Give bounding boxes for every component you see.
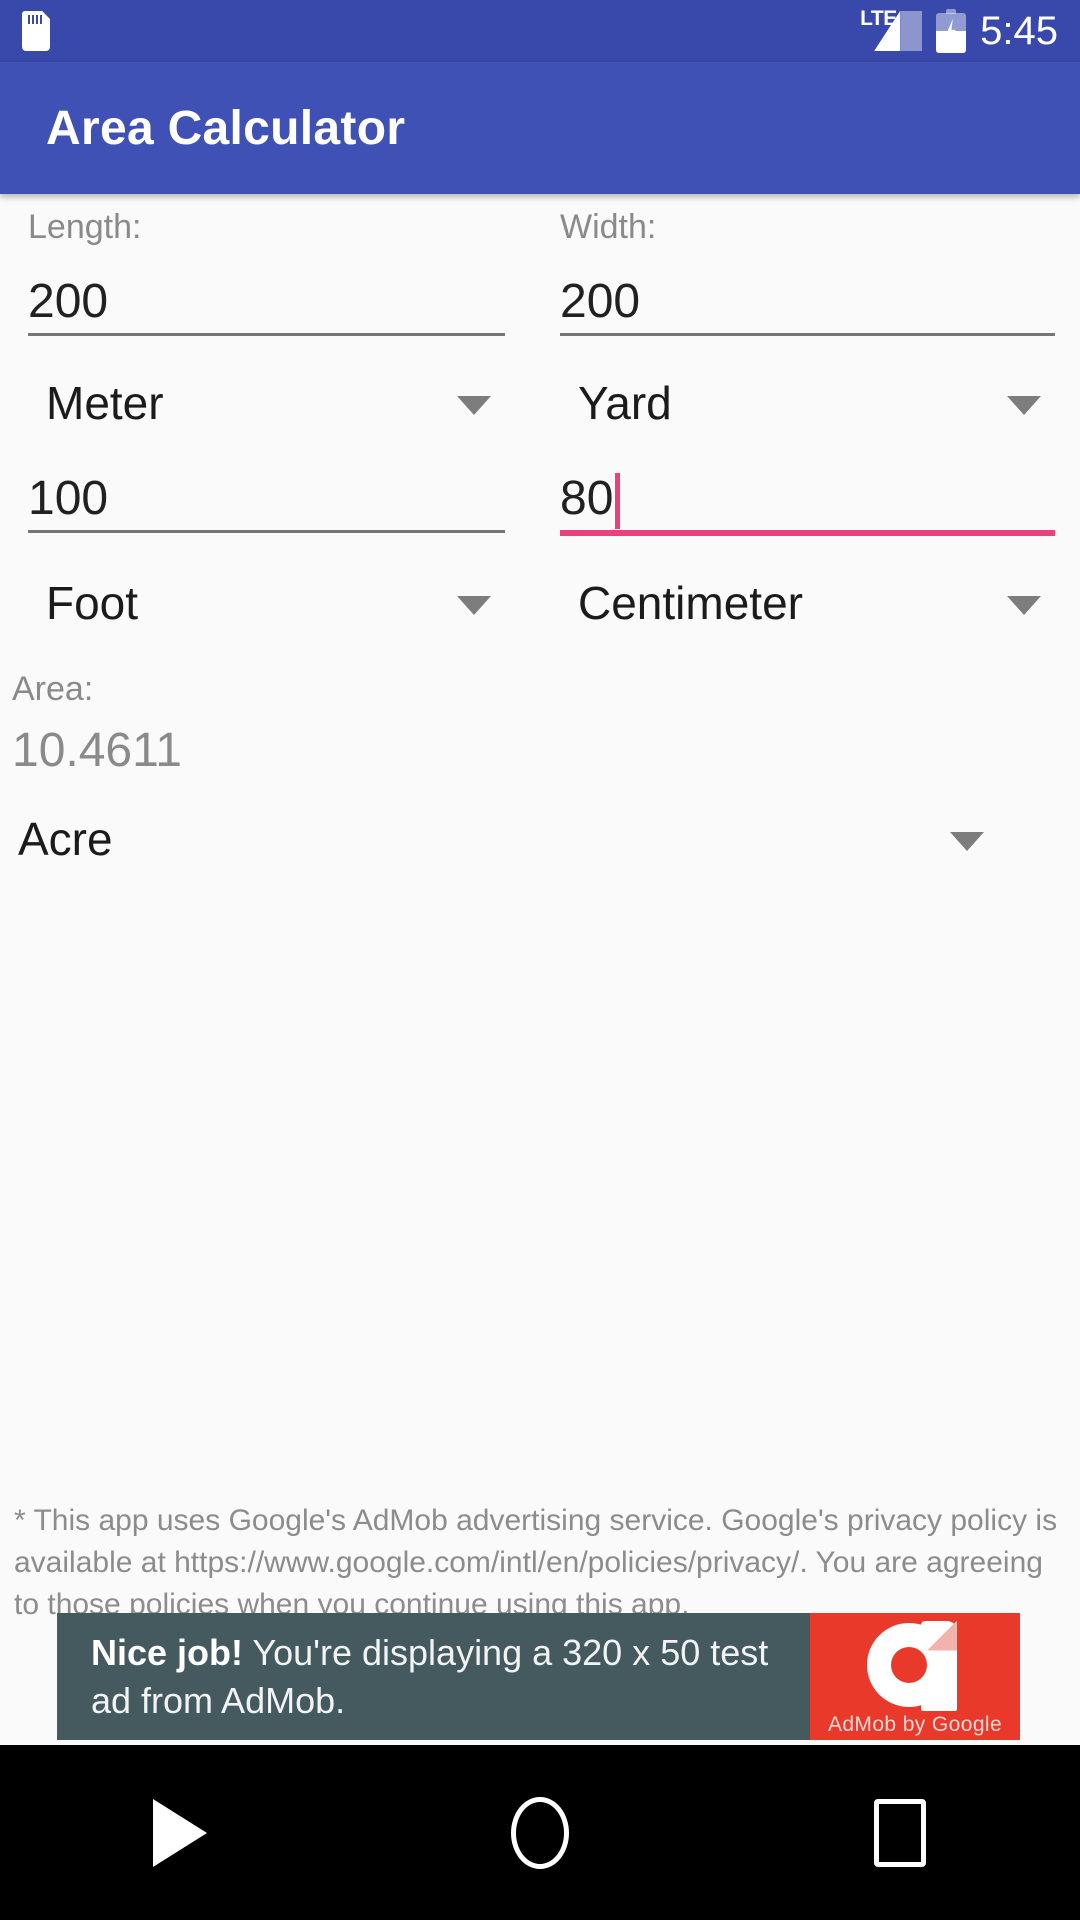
nav-home-button[interactable] (440, 1745, 640, 1920)
length-secondary-unit-value: Foot (46, 577, 139, 629)
status-bar: LTE 5:45 (0, 0, 1080, 62)
length-primary-unit-value: Meter (46, 377, 164, 429)
admob-disclaimer-text: * This app uses Google's AdMob advertisi… (14, 1504, 1058, 1621)
battery-charging-icon (936, 9, 967, 53)
length-secondary-underline (28, 530, 505, 533)
app-bar: Area Calculator (0, 62, 1080, 194)
admob-logo-block: AdMob by Google (810, 1613, 1020, 1740)
chevron-down-icon (457, 396, 491, 415)
chevron-down-icon (950, 832, 984, 851)
area-value: 10.4611 (12, 724, 182, 777)
home-circle-icon (511, 1796, 569, 1869)
width-column: Width: (540, 194, 1080, 247)
secondary-inputs-row: 100 80 (0, 444, 1080, 536)
width-secondary-unit-column: Centimeter (540, 536, 1080, 644)
length-secondary-unit-spinner[interactable]: Foot (18, 562, 505, 644)
width-secondary-underline-focused (560, 530, 1055, 536)
width-primary-input[interactable]: 200 (550, 271, 1055, 336)
text-caret (615, 473, 621, 529)
length-primary-unit-spinner[interactable]: Meter (18, 362, 505, 444)
width-secondary-input[interactable]: 80 (550, 468, 1055, 536)
width-primary-unit-value: Yard (578, 377, 672, 429)
width-label: Width: (560, 208, 657, 246)
length-primary-input[interactable]: 200 (18, 271, 505, 336)
area-result-block: Area: 10.4611 (0, 644, 1080, 778)
length-primary-value: 200 (28, 275, 109, 328)
secondary-units-row: Foot Centimeter (0, 536, 1080, 644)
area-unit-value: Acre (18, 813, 113, 865)
width-primary-underline (560, 333, 1055, 336)
ad-copy: Nice job! You're displaying a 320 x 50 t… (91, 1629, 810, 1725)
chevron-down-icon (1007, 396, 1041, 415)
nav-back-button[interactable] (80, 1745, 280, 1920)
status-bar-right: LTE 5:45 (860, 8, 1058, 54)
length-primary-unit-column: Meter (0, 336, 540, 444)
primary-units-row: Meter Yard (0, 336, 1080, 444)
ad-text-area: Nice job! You're displaying a 320 x 50 t… (57, 1613, 810, 1740)
ad-headline: Nice job! (91, 1631, 244, 1673)
length-primary-underline (28, 333, 505, 336)
length-label: Length: (28, 208, 142, 246)
signal-bars-icon: LTE (860, 8, 923, 53)
nav-recents-button[interactable] (800, 1745, 1000, 1920)
system-navigation-bar (0, 1745, 1080, 1920)
width-secondary-value: 80 (560, 472, 614, 525)
recents-square-icon (874, 1798, 926, 1867)
admob-logo-caption: AdMob by Google (827, 1712, 1003, 1736)
length-secondary-value: 100 (28, 472, 109, 525)
area-unit-spinner[interactable]: Acre (0, 798, 1040, 880)
chevron-down-icon (457, 596, 491, 615)
length-secondary-unit-column: Foot (0, 536, 540, 644)
width-secondary-group: 80 (540, 444, 1080, 536)
length-secondary-group: 100 (0, 444, 540, 536)
width-primary-unit-spinner[interactable]: Yard (550, 362, 1055, 444)
page-title: Area Calculator (46, 101, 406, 155)
width-primary-unit-column: Yard (540, 336, 1080, 444)
width-secondary-unit-spinner[interactable]: Centimeter (550, 562, 1055, 644)
labels-row: Length: Width: (0, 194, 1080, 247)
status-bar-left (22, 11, 50, 51)
ad-banner[interactable]: Nice job! You're displaying a 320 x 50 t… (57, 1613, 1020, 1740)
length-secondary-input[interactable]: 100 (18, 468, 505, 533)
sd-card-icon (22, 11, 50, 51)
status-bar-clock: 5:45 (980, 8, 1058, 53)
chevron-down-icon (1007, 596, 1041, 615)
length-primary-group: 200 (0, 247, 540, 336)
primary-inputs-row: 200 200 (0, 247, 1080, 336)
width-primary-value: 200 (560, 275, 641, 328)
width-secondary-unit-value: Centimeter (578, 577, 803, 629)
area-label: Area: (12, 670, 94, 708)
main-content: Length: Width: 200 200 Meter Yard 100 80… (0, 194, 1080, 880)
back-triangle-icon (153, 1798, 207, 1867)
width-primary-group: 200 (540, 247, 1080, 336)
length-column: Length: (0, 194, 540, 247)
width-secondary-value-row: 80 (560, 468, 1055, 530)
phone-screen: LTE 5:45 Area Calculator Length: Width: (0, 0, 1080, 1920)
admob-logo-icon (867, 1617, 963, 1713)
